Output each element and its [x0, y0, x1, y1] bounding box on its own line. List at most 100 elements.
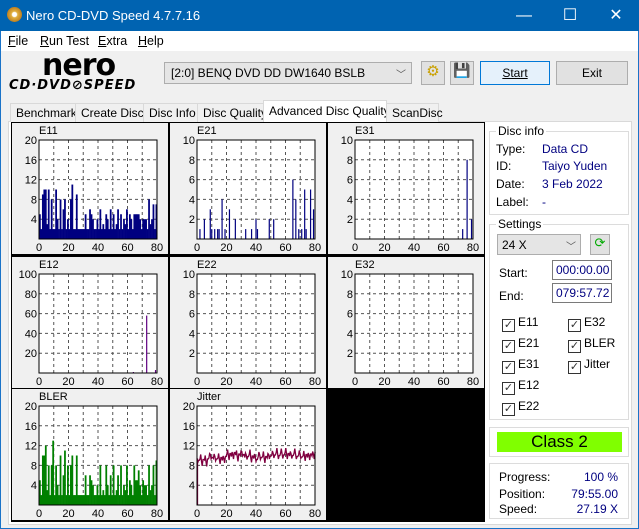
charts-grid: E11 4 8 12 16 20 0 20 40 60 80 E21 2 4 6 8 10 0 20 40 60 80 E3…	[11, 122, 485, 522]
tab-disc-info[interactable]: Disc Info	[143, 103, 198, 122]
speed-select[interactable]: 24 X ﹀	[497, 234, 581, 255]
refresh-icon: ⟳	[594, 235, 606, 250]
chart-bler: 4 8 12 16 20 0 20 40 60 80	[25, 401, 163, 520]
drive-info-button[interactable]: ⚙	[421, 61, 445, 85]
tab-disc-quality[interactable]: Disc Quality	[197, 103, 267, 122]
x-tick-label: 40	[92, 242, 104, 254]
end-time-input[interactable]: 079:57.72	[552, 283, 612, 303]
nero-logo: nero	[42, 48, 116, 83]
x-tick-label: 40	[250, 508, 262, 520]
y-tick-label: 20	[25, 135, 37, 147]
checkmark-icon: ✓	[568, 361, 581, 374]
checkbox-label: E12	[518, 378, 540, 392]
x-tick-label: 0	[36, 242, 42, 254]
checkbox-label: E22	[518, 399, 540, 413]
chart-panel-e32: E32 2 4 6 8 10 0 20 40 60 80	[328, 257, 484, 388]
save-button[interactable]: 💾	[450, 61, 474, 85]
menu-run-test[interactable]: Run Test	[40, 34, 89, 48]
drive-select[interactable]: [2:0] BENQ DVD DD DW1640 BSLB ﹀	[164, 62, 412, 84]
checkmark-icon: ✓	[502, 403, 515, 416]
tab-scandisc[interactable]: ScanDisc	[386, 103, 443, 122]
x-tick-label: 80	[309, 508, 321, 520]
y-tick-label: 16	[25, 155, 37, 167]
chart-panel-jitter: Jitter 4 8 12 16 20 0 20 40 60 80	[170, 389, 326, 520]
class-group: Class 2	[489, 427, 629, 457]
disc-info-title: Disc info	[496, 124, 547, 138]
x-tick-label: 0	[194, 508, 200, 520]
y-tick-label: 8	[189, 460, 195, 472]
checkbox-e11[interactable]: ✓ E11	[502, 315, 538, 332]
minimize-button[interactable]: —	[501, 0, 547, 31]
y-tick-label: 10	[341, 135, 353, 147]
x-tick-label: 40	[408, 242, 420, 254]
chart-panel-e12: E12 20 40 60 80 100 0 20 40 60 80	[12, 257, 168, 388]
y-tick-label: 12	[25, 175, 37, 187]
x-tick-label: 20	[62, 376, 74, 388]
x-tick-label: 40	[250, 376, 262, 388]
x-tick-label: 80	[151, 508, 163, 520]
menu-help[interactable]: Help	[138, 34, 164, 48]
x-tick-label: 20	[62, 242, 74, 254]
x-tick-label: 60	[279, 508, 291, 520]
y-tick-label: 2	[189, 348, 195, 360]
checkbox-label: E21	[518, 336, 540, 350]
y-tick-label: 10	[183, 269, 195, 281]
disc-info-group: Disc info Type: Data CD ID: Taiyo Yuden …	[489, 124, 629, 215]
y-tick-label: 6	[347, 309, 353, 321]
refresh-speed-button[interactable]: ⟳	[590, 234, 610, 255]
start-label: Start:	[499, 266, 528, 280]
checkbox-e22[interactable]: ✓ E22	[502, 399, 539, 416]
checkmark-icon: ✓	[502, 319, 515, 332]
exit-button[interactable]: Exit	[556, 61, 628, 85]
x-tick-label: 20	[62, 508, 74, 520]
close-button[interactable]: ✕	[593, 0, 639, 31]
tab-benchmark[interactable]: Benchmark	[10, 103, 77, 122]
checkbox-e31[interactable]: ✓ E31	[502, 357, 539, 374]
x-tick-label: 20	[378, 376, 390, 388]
y-tick-label: 6	[189, 175, 195, 187]
tab-create-disc[interactable]: Create Disc	[75, 103, 144, 122]
checkmark-icon: ✓	[502, 361, 515, 374]
floppy-disk-icon: 💾	[453, 62, 471, 78]
y-tick-label: 2	[347, 348, 353, 360]
checkmark-icon: ✓	[568, 319, 581, 332]
maximize-button[interactable]: ☐	[547, 0, 593, 31]
y-tick-label: 4	[31, 214, 37, 226]
label-value: -	[542, 195, 546, 209]
app-icon	[7, 7, 22, 22]
x-tick-label: 20	[220, 242, 232, 254]
y-tick-label: 4	[189, 328, 195, 340]
settings-title: Settings	[496, 217, 544, 231]
window-title: Nero CD-DVD Speed 4.7.7.16	[26, 8, 201, 23]
start-button[interactable]: Start	[480, 61, 550, 85]
class-badge: Class 2	[497, 432, 622, 452]
x-tick-label: 60	[121, 376, 133, 388]
chart-panel-e11: E11 4 8 12 16 20 0 20 40 60 80	[12, 123, 168, 254]
checkbox-bler[interactable]: ✓ BLER	[568, 336, 615, 353]
x-tick-label: 60	[437, 376, 449, 388]
title-bar: Nero CD-DVD Speed 4.7.7.16 — ☐ ✕	[0, 0, 639, 31]
x-tick-label: 20	[378, 242, 390, 254]
y-tick-label: 2	[189, 214, 195, 226]
start-time-input[interactable]: 000:00.00	[552, 260, 612, 280]
y-tick-label: 6	[347, 175, 353, 187]
y-tick-label: 20	[25, 401, 37, 413]
start-label: Start	[502, 66, 528, 80]
y-tick-label: 8	[31, 460, 37, 472]
checkbox-e21[interactable]: ✓ E21	[502, 336, 539, 353]
menu-file[interactable]: File	[8, 34, 28, 48]
chart-panel-e21: E21 2 4 6 8 10 0 20 40 60 80	[170, 123, 326, 254]
chart-e31: 2 4 6 8 10 0 20 40 60 80	[341, 135, 479, 254]
tab-advanced-disc-quality[interactable]: Advanced Disc Quality	[263, 100, 390, 123]
y-tick-label: 8	[347, 155, 353, 167]
chart-panel-bler: BLER 4 8 12 16 20 0 20 40 60 80	[12, 389, 168, 520]
chart-jitter: 4 8 12 16 20 0 20 40 60 80	[183, 401, 321, 520]
checkbox-label: E31	[518, 357, 540, 371]
checkbox-jitter[interactable]: ✓ Jitter	[568, 357, 610, 374]
checkbox-e12[interactable]: ✓ E12	[502, 378, 539, 395]
label-label: Label:	[496, 195, 529, 209]
checkmark-icon: ✓	[502, 340, 515, 353]
checkbox-e32[interactable]: ✓ E32	[568, 315, 605, 332]
menu-extra[interactable]: Extra	[98, 34, 127, 48]
date-label: Date:	[496, 177, 525, 191]
